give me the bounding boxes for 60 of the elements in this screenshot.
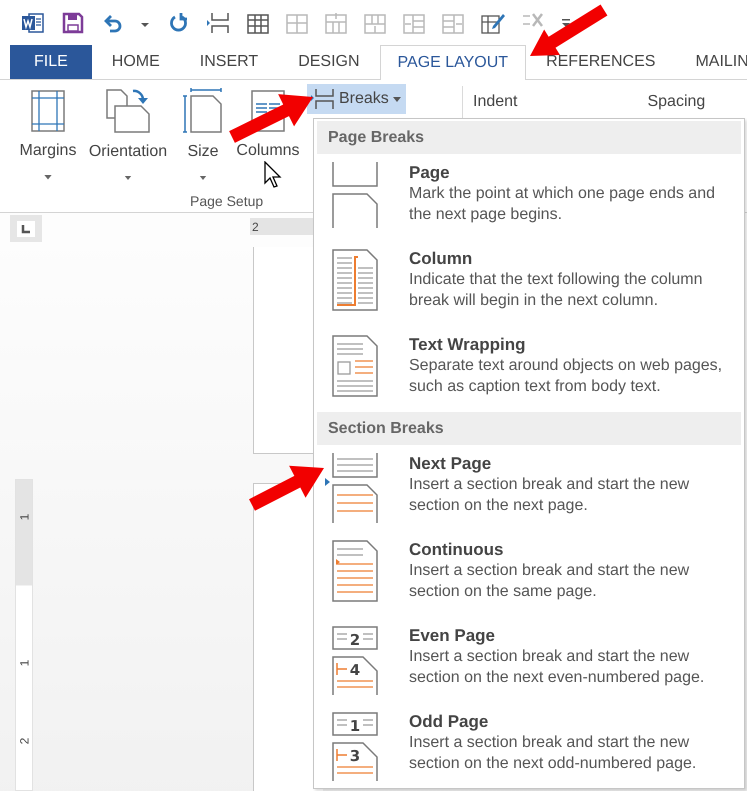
ruler-number: 2	[16, 738, 32, 745]
menu-item[interactable]: Continuous Insert a section break and start the new section on the same page.	[317, 531, 741, 617]
menu-item-title: Even Page	[409, 625, 496, 646]
table-icon[interactable]	[247, 12, 269, 34]
ribbon-tab[interactable]: FILE	[10, 45, 92, 79]
menu-item-title: Next Page	[409, 453, 492, 474]
page-size-icon	[183, 88, 223, 134]
customize-caret-icon[interactable]	[561, 16, 571, 28]
margins-icon	[31, 90, 65, 132]
menu-section-header: Section Breaks	[317, 412, 741, 445]
menu-item-description: Insert a section break and start the new section on the next odd-numbered page.	[409, 733, 698, 774]
word-logo-icon[interactable]	[21, 10, 45, 34]
ribbon-tab[interactable]: REFERENCES	[526, 45, 676, 79]
breaks-button[interactable]: Breaks	[307, 84, 406, 114]
orientation-icon	[105, 88, 151, 134]
menu-section-header: Page Breaks	[317, 121, 741, 154]
ribbon-tab[interactable]: DESIGN	[278, 45, 380, 79]
next-page-break-icon	[325, 453, 381, 525]
repeat-icon[interactable]	[167, 12, 189, 34]
ruler-number: 1	[16, 660, 32, 667]
ribbon-tab[interactable]: MAILIN	[675, 45, 747, 79]
menu-item-title: Column	[409, 248, 474, 269]
menu-item[interactable]: Text Wrapping Separate text around objects on web pages, such as caption text from body text.	[317, 326, 741, 412]
caret-icon	[392, 96, 401, 102]
menu-item-title: Odd Page	[409, 711, 490, 732]
breaks-icon	[311, 88, 335, 110]
dropdown-caret-icon	[44, 175, 52, 180]
save-icon[interactable]	[62, 12, 84, 34]
ribbon-tab[interactable]: HOME	[92, 45, 180, 79]
menu-item-title: Text Wrapping	[409, 334, 526, 355]
ruler-number: 1	[16, 514, 32, 521]
ribbon-button[interactable]: Orientation	[82, 80, 174, 180]
menu-item[interactable]: Page Mark the point at which one page ends and the next page begins.	[317, 154, 741, 240]
table-split-icon[interactable]	[206, 12, 230, 34]
ribbon-tab[interactable]: PAGE LAYOUT	[380, 45, 526, 80]
ribbon-button[interactable]: Margins	[14, 80, 82, 180]
menu-item[interactable]: 2 4 Even Page Insert a section break and start the new section on the next even-numbered page.	[317, 617, 741, 703]
tab-stop-icon	[17, 220, 35, 237]
menu-item-description: Insert a section break and start the new section on the next even-numbered page.	[409, 647, 706, 688]
ruler-corner-button[interactable]	[10, 215, 42, 242]
menu-item-title: Continuous	[409, 539, 504, 560]
group-header: Indent	[473, 92, 518, 112]
ribbon-tab[interactable]: INSERT	[180, 45, 278, 79]
ribbon-button[interactable]: Size	[174, 80, 232, 180]
pencil-table-icon[interactable]	[481, 12, 505, 34]
ruler-number: 2	[252, 218, 259, 236]
menu-item[interactable]: Column Indicate that the text following the column break will begin in the next column.	[317, 240, 741, 326]
menu-item-description: Mark the point at which one page ends and the next page begins.	[409, 184, 716, 225]
dropdown-caret-icon	[199, 176, 207, 180]
menu-item-description: Separate text around objects on web pages, such as caption text from body text.	[409, 356, 724, 397]
menu-item[interactable]: Next Page Insert a section break and start the new section on the next page.	[317, 445, 741, 531]
menu-item-description: Indicate that the text following the column break will begin in the next column.	[409, 270, 704, 311]
group-header: Spacing	[647, 92, 706, 112]
menu-item-description: Insert a section break and start the new section on the next page.	[409, 475, 690, 516]
mouse-pointer-icon	[264, 161, 282, 189]
dropdown-caret-icon	[124, 176, 132, 180]
menu-item-title: Page	[409, 162, 451, 183]
menu-item[interactable]: 1 3 Odd Page Insert a section break and start the new section on the next odd-numbered page.	[317, 703, 741, 789]
menu-item-description: Insert a section break and start the new section on the same page.	[409, 561, 690, 602]
group-label: Page Setup	[190, 192, 264, 211]
